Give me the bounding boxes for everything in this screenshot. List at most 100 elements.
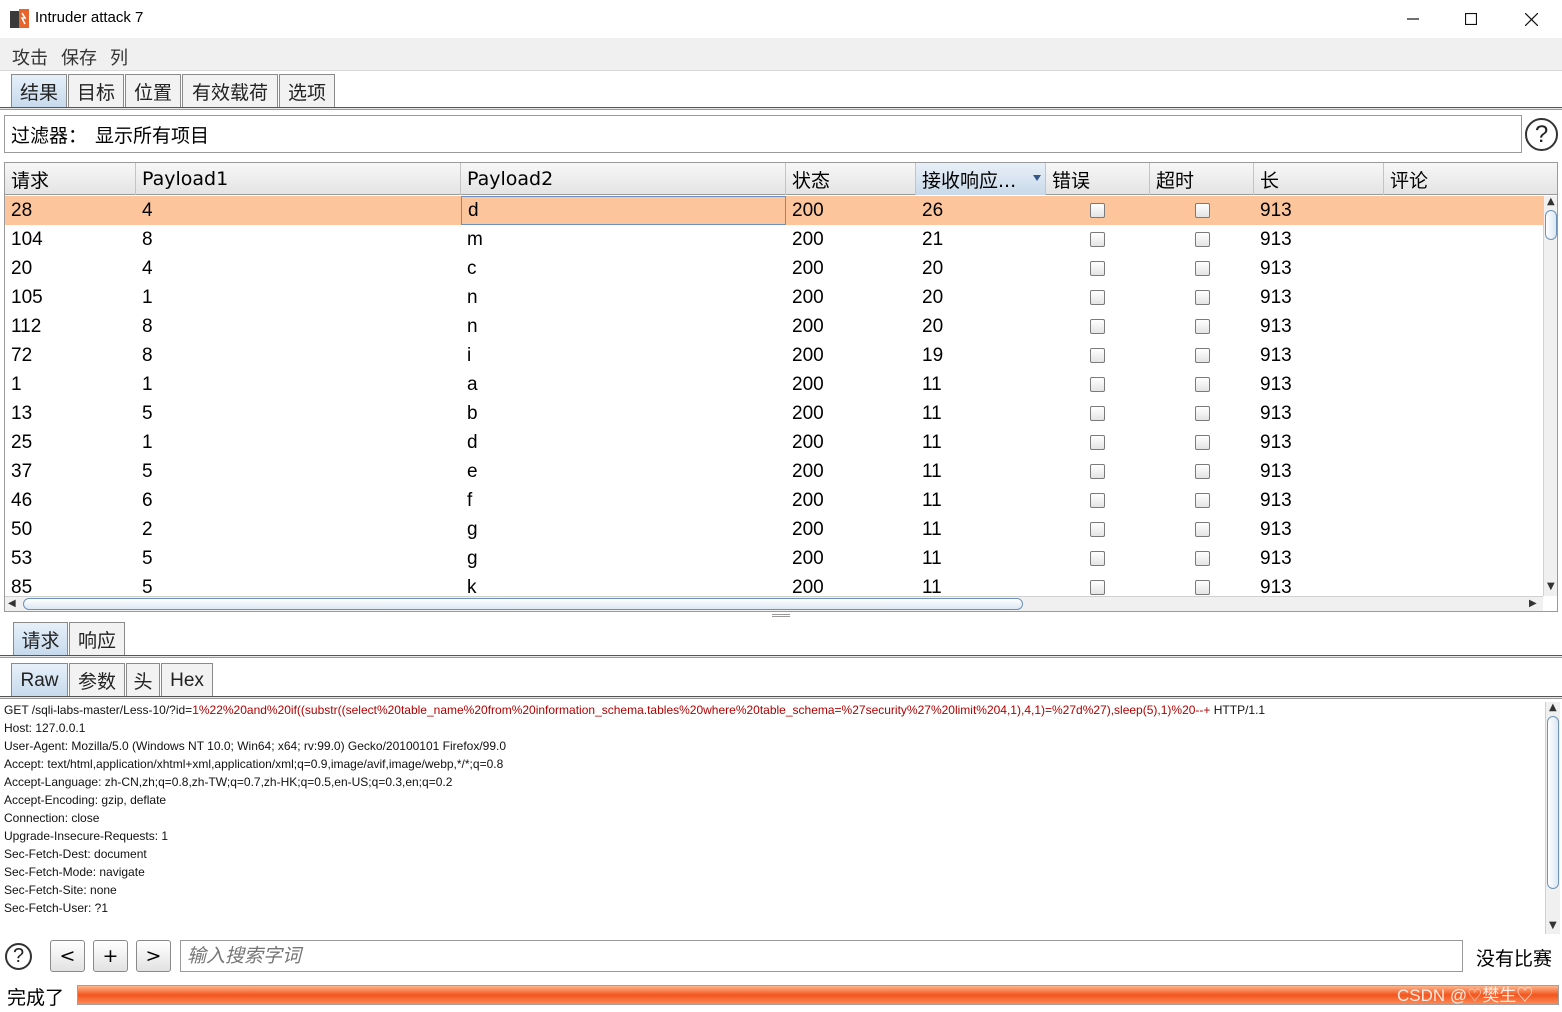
search-help-icon[interactable]: ? xyxy=(5,943,32,970)
request-line: GET /sqli-labs-master/Less-10/?id=1%22%2… xyxy=(4,703,1265,717)
cell-timeout xyxy=(1150,196,1254,225)
checkbox-icon[interactable] xyxy=(1090,348,1105,363)
checkbox-icon[interactable] xyxy=(1090,435,1105,450)
editor-scroll-down-icon[interactable]: ▼ xyxy=(1549,920,1557,931)
menu-columns[interactable]: 列 xyxy=(110,44,128,70)
table-row[interactable]: 85 5 k 200 11 913 xyxy=(5,573,1543,597)
checkbox-icon[interactable] xyxy=(1090,319,1105,334)
tab-options[interactable]: 选项 xyxy=(279,74,335,108)
checkbox-icon[interactable] xyxy=(1090,290,1105,305)
checkbox-icon[interactable] xyxy=(1090,580,1105,595)
checkbox-icon[interactable] xyxy=(1090,203,1105,218)
checkbox-icon[interactable] xyxy=(1090,261,1105,276)
checkbox-icon[interactable] xyxy=(1090,464,1105,479)
checkbox-icon[interactable] xyxy=(1195,435,1210,450)
checkbox-icon[interactable] xyxy=(1090,522,1105,537)
table-vertical-scroll-thumb[interactable] xyxy=(1545,210,1557,240)
table-row[interactable]: 105 1 n 200 20 913 xyxy=(5,283,1543,312)
tab-payloads[interactable]: 有效载荷 xyxy=(182,74,278,108)
table-row[interactable]: 37 5 e 200 11 913 xyxy=(5,457,1543,486)
cell-error xyxy=(1046,196,1150,225)
table-vertical-scrollbar[interactable]: ▲ ▼ xyxy=(1543,196,1557,596)
column-response-received[interactable]: 接收响应... xyxy=(916,163,1046,195)
table-row[interactable]: 72 8 i 200 19 913 xyxy=(5,341,1543,370)
checkbox-icon[interactable] xyxy=(1195,522,1210,537)
column-status[interactable]: 状态 xyxy=(786,163,916,195)
cell-length: 913 xyxy=(1260,315,1292,337)
view-tab-divider xyxy=(0,696,1562,699)
tab-request[interactable]: 请求 xyxy=(13,622,68,656)
column-payload1[interactable]: Payload1 xyxy=(136,163,461,195)
table-horizontal-scroll-thumb[interactable] xyxy=(23,598,1023,610)
table-row[interactable]: 25 1 d 200 11 913 xyxy=(5,428,1543,457)
checkbox-icon[interactable] xyxy=(1195,406,1210,421)
menu-save[interactable]: 保存 xyxy=(61,44,97,70)
column-timeout[interactable]: 超时 xyxy=(1150,163,1254,195)
checkbox-icon[interactable] xyxy=(1195,464,1210,479)
request-editor[interactable]: GET /sqli-labs-master/Less-10/?id=1%22%2… xyxy=(0,702,1545,934)
checkbox-icon[interactable] xyxy=(1090,493,1105,508)
table-horizontal-scrollbar[interactable]: ◀ ▶ xyxy=(5,596,1543,611)
tab-raw[interactable]: Raw xyxy=(11,663,68,697)
cell-length: 913 xyxy=(1260,373,1292,395)
scroll-right-icon[interactable]: ▶ xyxy=(1529,598,1537,609)
editor-scroll-up-icon[interactable]: ▲ xyxy=(1549,702,1557,713)
editor-vertical-scrollbar[interactable]: ▲ ▼ xyxy=(1545,702,1560,934)
filter-bar[interactable]: 过滤器： 显示所有项目 xyxy=(4,115,1522,153)
filter-help-icon[interactable]: ? xyxy=(1525,118,1558,151)
column-request[interactable]: 请求 xyxy=(5,163,136,195)
table-row[interactable]: 50 2 g 200 11 913 xyxy=(5,515,1543,544)
column-payload2[interactable]: Payload2 xyxy=(461,163,786,195)
results-table[interactable]: 请求 Payload1 Payload2 状态 接收响应... 错误 超时 长 … xyxy=(4,162,1558,612)
table-row[interactable]: 46 6 f 200 11 913 xyxy=(5,486,1543,515)
scroll-left-icon[interactable]: ◀ xyxy=(8,598,16,609)
checkbox-icon[interactable] xyxy=(1195,580,1210,595)
table-row[interactable]: 1 1 a 200 11 913 xyxy=(5,370,1543,399)
scroll-up-icon[interactable]: ▲ xyxy=(1547,196,1555,207)
close-button[interactable] xyxy=(1508,4,1554,34)
table-row[interactable]: 20 4 c 200 20 913 xyxy=(5,254,1543,283)
burp-logo-icon xyxy=(10,9,29,28)
checkbox-icon[interactable] xyxy=(1090,377,1105,392)
tab-target[interactable]: 目标 xyxy=(68,74,124,108)
checkbox-icon[interactable] xyxy=(1195,203,1210,218)
checkbox-icon[interactable] xyxy=(1090,232,1105,247)
checkbox-icon[interactable] xyxy=(1195,348,1210,363)
table-row[interactable]: 28 4 d 200 26 913 xyxy=(5,196,1543,225)
tab-headers[interactable]: 头 xyxy=(126,663,160,697)
search-prev-button[interactable]: < xyxy=(50,940,85,972)
checkbox-icon[interactable] xyxy=(1195,319,1210,334)
cell-payload1: 1 xyxy=(142,286,153,308)
checkbox-icon[interactable] xyxy=(1195,261,1210,276)
cell-timeout xyxy=(1150,486,1254,515)
splitter-handle[interactable] xyxy=(772,614,790,617)
cell-payload2: g xyxy=(467,518,478,540)
minimize-button[interactable] xyxy=(1390,4,1436,34)
column-error[interactable]: 错误 xyxy=(1046,163,1150,195)
tab-response[interactable]: 响应 xyxy=(69,622,125,656)
tab-params[interactable]: 参数 xyxy=(69,663,125,697)
table-row[interactable]: 104 8 m 200 21 913 xyxy=(5,225,1543,254)
editor-vertical-scroll-thumb[interactable] xyxy=(1547,716,1559,889)
tab-results[interactable]: 结果 xyxy=(11,74,67,108)
menu-attack[interactable]: 攻击 xyxy=(12,44,48,70)
column-comment[interactable]: 评论 xyxy=(1384,163,1557,195)
column-length[interactable]: 长 xyxy=(1254,163,1384,195)
search-next-button[interactable]: > xyxy=(136,940,171,972)
tab-positions[interactable]: 位置 xyxy=(125,74,181,108)
tab-hex[interactable]: Hex xyxy=(161,663,213,697)
checkbox-icon[interactable] xyxy=(1195,551,1210,566)
table-row[interactable]: 13 5 b 200 11 913 xyxy=(5,399,1543,428)
table-row[interactable]: 112 8 n 200 20 913 xyxy=(5,312,1543,341)
search-add-button[interactable]: + xyxy=(93,940,128,972)
table-row[interactable]: 53 5 g 200 11 913 xyxy=(5,544,1543,573)
checkbox-icon[interactable] xyxy=(1195,493,1210,508)
search-input[interactable] xyxy=(180,940,1463,972)
checkbox-icon[interactable] xyxy=(1195,290,1210,305)
checkbox-icon[interactable] xyxy=(1090,406,1105,421)
checkbox-icon[interactable] xyxy=(1090,551,1105,566)
checkbox-icon[interactable] xyxy=(1195,232,1210,247)
checkbox-icon[interactable] xyxy=(1195,377,1210,392)
scroll-down-icon[interactable]: ▼ xyxy=(1547,581,1555,592)
maximize-button[interactable] xyxy=(1448,4,1494,34)
